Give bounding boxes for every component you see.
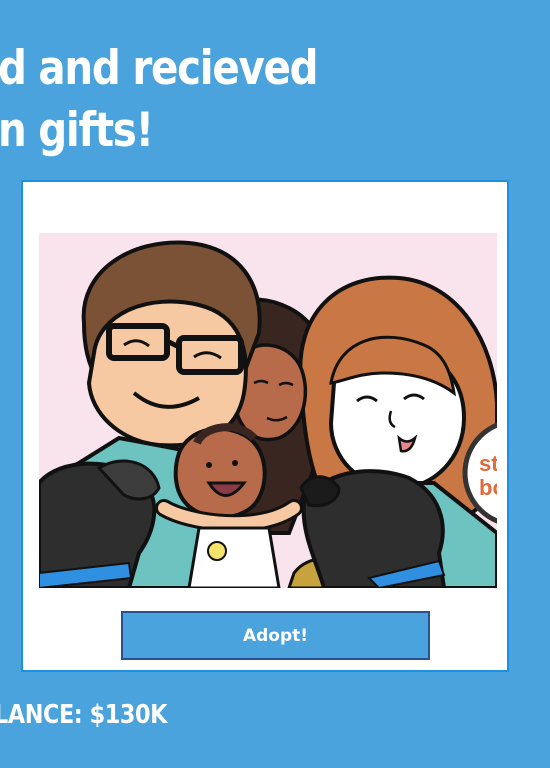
family-illustration: st bo xyxy=(39,233,497,588)
headline-line-2: n gifts! xyxy=(0,103,154,158)
headline: d and recieved n gifts! xyxy=(0,38,319,162)
badge-text-line-1: st xyxy=(479,451,497,476)
badge-text-line-2: bo xyxy=(479,475,497,500)
game-screen: d and recieved n gifts! st b Adopt! LANC… xyxy=(0,0,550,768)
balance-readout: LANCE: $130K xyxy=(0,700,168,730)
family-with-dogs-image: st bo xyxy=(39,233,497,588)
adoption-card: st bo Adopt! xyxy=(21,180,509,672)
headline-line-1: d and recieved xyxy=(0,41,319,96)
adopt-button[interactable]: Adopt! xyxy=(121,611,430,660)
